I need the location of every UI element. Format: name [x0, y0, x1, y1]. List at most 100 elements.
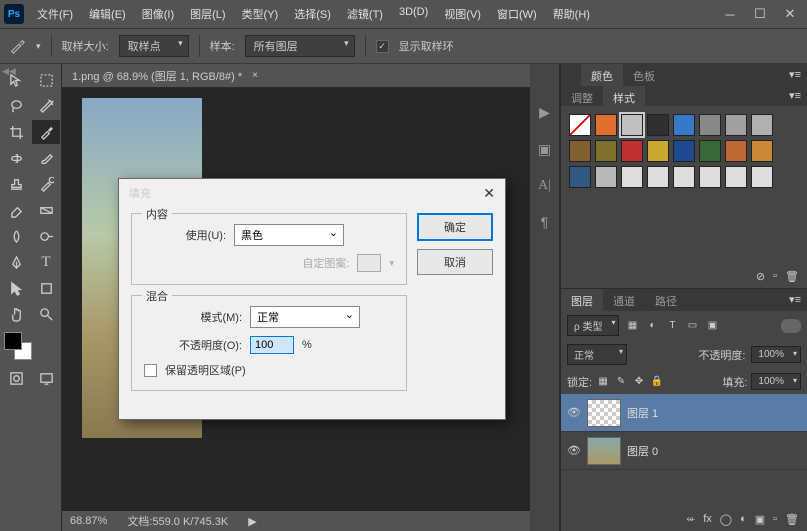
lock-transparency-icon[interactable]: ▦: [596, 375, 610, 389]
style-swatch[interactable]: [647, 140, 669, 162]
menu-layer[interactable]: 图层(L): [183, 2, 232, 26]
preserve-checkbox[interactable]: [144, 364, 157, 377]
filter-kind-dropdown[interactable]: ρ 类型: [567, 315, 619, 336]
zoom-level[interactable]: 68.87%: [70, 515, 107, 527]
gradient-tool[interactable]: [32, 198, 60, 222]
dodge-tool[interactable]: [32, 224, 60, 248]
adjustment-layer-icon[interactable]: ◐: [740, 513, 747, 525]
para-icon[interactable]: ¶: [541, 214, 549, 230]
screenmode-tool[interactable]: [32, 366, 60, 390]
zoom-tool[interactable]: [32, 302, 60, 326]
style-swatch[interactable]: [751, 140, 773, 162]
style-swatch[interactable]: [673, 140, 695, 162]
tab-styles[interactable]: 样式: [603, 86, 645, 106]
minimize-button[interactable]: ─: [717, 4, 743, 24]
filter-smart-icon[interactable]: ▣: [705, 319, 719, 333]
dialog-titlebar[interactable]: 填充 ✕: [119, 179, 505, 207]
heal-tool[interactable]: [2, 146, 30, 170]
style-swatch[interactable]: [647, 166, 669, 188]
menu-help[interactable]: 帮助(H): [546, 2, 597, 26]
history-brush-tool[interactable]: [32, 172, 60, 196]
maximize-button[interactable]: ☐: [747, 4, 773, 24]
shape-tool[interactable]: [32, 276, 60, 300]
style-swatch[interactable]: [673, 166, 695, 188]
mode-dropdown[interactable]: 正常: [250, 306, 360, 328]
lasso-tool[interactable]: [2, 94, 30, 118]
pen-tool[interactable]: [2, 250, 30, 274]
delete-layer-icon[interactable]: 🗑: [785, 513, 799, 526]
menu-file[interactable]: 文件(F): [30, 2, 80, 26]
document-tab[interactable]: 1.png @ 68.9% (图层 1, RGB/8#) * ×: [62, 64, 530, 88]
style-swatch[interactable]: [569, 114, 591, 136]
filter-shape-icon[interactable]: ▭: [685, 319, 699, 333]
show-ring-checkbox[interactable]: ✓: [376, 40, 389, 53]
menu-type[interactable]: 类型(Y): [235, 2, 286, 26]
dialog-close-icon[interactable]: ✕: [483, 185, 495, 202]
style-swatch[interactable]: [569, 140, 591, 162]
menu-image[interactable]: 图像(I): [135, 2, 181, 26]
style-swatch[interactable]: [699, 114, 721, 136]
collapse-icon[interactable]: ◀◀: [0, 64, 18, 79]
close-tab-icon[interactable]: ×: [252, 70, 258, 81]
link-layers-icon[interactable]: ⬰: [686, 513, 695, 526]
tab-paths[interactable]: 路径: [645, 289, 687, 311]
style-swatch[interactable]: [621, 166, 643, 188]
style-swatch[interactable]: [595, 140, 617, 162]
wand-tool[interactable]: [32, 94, 60, 118]
tab-color[interactable]: 颜色: [581, 64, 623, 86]
layer-mask-icon[interactable]: ◯: [720, 513, 732, 526]
layer-row-0[interactable]: 👁 图层 0: [561, 432, 807, 470]
lock-paint-icon[interactable]: ✎: [614, 375, 628, 389]
style-swatch[interactable]: [647, 114, 669, 136]
group-icon[interactable]: ▣: [755, 513, 765, 526]
menu-filter[interactable]: 滤镜(T): [340, 2, 390, 26]
use-dropdown[interactable]: 黑色: [234, 224, 344, 246]
tab-swatches[interactable]: 色板: [623, 64, 665, 86]
layers-panel-menu-icon[interactable]: ▾≡: [783, 289, 807, 311]
layer-row-1[interactable]: 👁 图层 1: [561, 394, 807, 432]
menu-window[interactable]: 窗口(W): [490, 2, 544, 26]
style-swatch[interactable]: [725, 114, 747, 136]
frame-icon[interactable]: ▣: [538, 141, 551, 158]
style-swatch[interactable]: [595, 166, 617, 188]
sample-size-dropdown[interactable]: 取样点: [119, 35, 189, 57]
ok-button[interactable]: 确定: [417, 213, 493, 241]
lock-position-icon[interactable]: ✥: [632, 375, 646, 389]
style-swatch[interactable]: [699, 166, 721, 188]
opacity-field[interactable]: 100%: [751, 346, 801, 363]
panel-menu-icon[interactable]: ▾≡: [783, 64, 807, 86]
clear-style-icon[interactable]: ⊘: [756, 270, 765, 283]
new-layer-icon[interactable]: ▫: [773, 513, 777, 525]
blur-tool[interactable]: [2, 224, 30, 248]
menu-view[interactable]: 视图(V): [437, 2, 488, 26]
type-tool[interactable]: T: [32, 250, 60, 274]
eraser-tool[interactable]: [2, 198, 30, 222]
new-style-icon[interactable]: ▫: [773, 270, 777, 282]
visibility-icon[interactable]: 👁: [567, 406, 581, 419]
menu-edit[interactable]: 编辑(E): [82, 2, 133, 26]
panel-menu-icon-2[interactable]: ▾≡: [783, 86, 807, 106]
foreground-color[interactable]: [4, 332, 22, 350]
style-swatch[interactable]: [725, 166, 747, 188]
char-icon[interactable]: A|: [538, 178, 551, 194]
style-swatch[interactable]: [673, 114, 695, 136]
layer-name-0[interactable]: 图层 0: [627, 443, 658, 459]
delete-style-icon[interactable]: 🗑: [785, 270, 799, 283]
filter-type-icon[interactable]: T: [665, 319, 679, 333]
color-swatches[interactable]: [4, 332, 32, 360]
style-swatch[interactable]: [751, 166, 773, 188]
tab-layers[interactable]: 图层: [561, 289, 603, 311]
quickmask-tool[interactable]: [2, 366, 30, 390]
style-swatch[interactable]: [725, 140, 747, 162]
blend-mode-dropdown[interactable]: 正常: [567, 344, 627, 365]
layer-thumbnail[interactable]: [587, 399, 621, 427]
crop-tool[interactable]: [2, 120, 30, 144]
eyedropper-tool[interactable]: [32, 120, 60, 144]
visibility-icon[interactable]: 👁: [567, 444, 581, 457]
fill-field[interactable]: 100%: [751, 373, 801, 390]
stamp-tool[interactable]: [2, 172, 30, 196]
filter-adjust-icon[interactable]: ◐: [645, 319, 659, 333]
filter-toggle[interactable]: [781, 319, 801, 333]
play-icon[interactable]: ▶: [539, 104, 550, 121]
style-swatch[interactable]: [569, 166, 591, 188]
